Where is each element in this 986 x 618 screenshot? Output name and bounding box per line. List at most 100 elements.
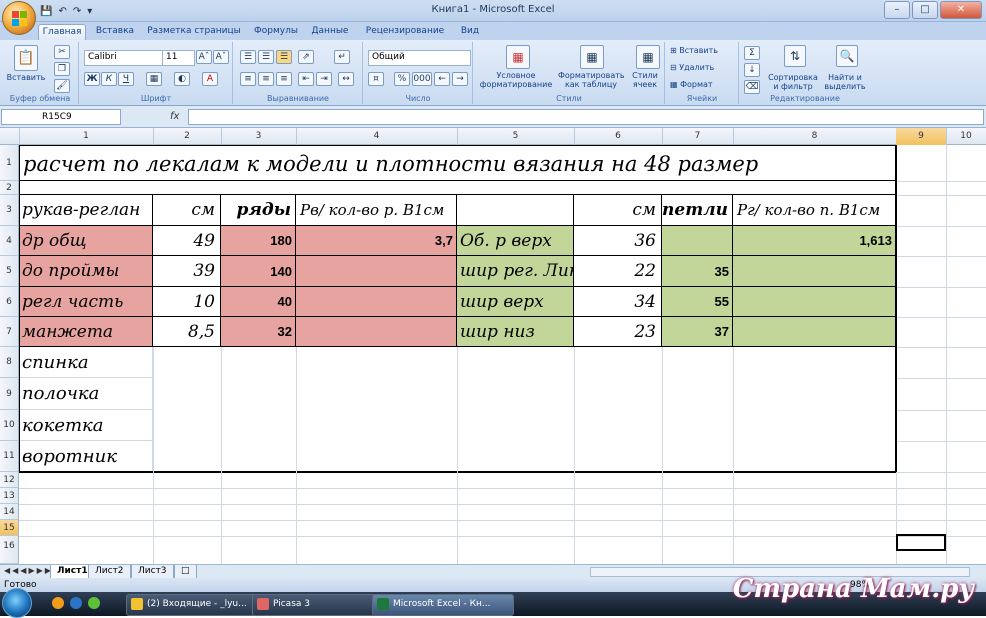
tab-home[interactable]: Главная: [38, 24, 86, 41]
part-label[interactable]: воротник: [19, 441, 153, 472]
label-cell[interactable]: др общ: [19, 226, 153, 256]
taskbar-mail[interactable]: (2) Входящие - _lyu...: [126, 594, 270, 616]
sheet-tab-2[interactable]: Лист2: [88, 565, 131, 579]
align-center-icon[interactable]: ≡: [258, 72, 274, 86]
autosum-icon[interactable]: Σ: [744, 46, 760, 60]
density-cell[interactable]: 3,7: [296, 226, 457, 256]
row-header[interactable]: 5: [0, 256, 19, 287]
label-cell[interactable]: Об. р верх: [457, 226, 574, 256]
cut-icon[interactable]: ✂: [54, 45, 70, 59]
taskbar-picasa[interactable]: Picasa 3: [252, 594, 390, 616]
formula-input[interactable]: [188, 109, 984, 125]
row-header[interactable]: 13: [0, 488, 19, 504]
density-cell[interactable]: 1,613: [733, 226, 896, 256]
column-header[interactable]: 10: [946, 128, 986, 145]
row-header[interactable]: 11: [0, 441, 19, 472]
column-header[interactable]: 3: [221, 128, 297, 145]
label-cell[interactable]: манжета: [19, 317, 153, 347]
tab-review[interactable]: Рецензирование: [360, 24, 450, 40]
part-label[interactable]: кокетка: [19, 410, 153, 441]
row-header[interactable]: 8: [0, 347, 19, 378]
value-cell[interactable]: 22: [574, 256, 662, 287]
value-cell[interactable]: 8,5: [153, 317, 221, 347]
row-header[interactable]: 7: [0, 317, 19, 347]
row-header[interactable]: 9: [0, 378, 19, 410]
increase-indent-icon[interactable]: ⇥: [316, 72, 332, 86]
density-cell[interactable]: [733, 256, 896, 287]
font-color-icon[interactable]: A: [202, 72, 218, 86]
rows-cell[interactable]: 180: [221, 226, 296, 256]
cell-styles-button[interactable]: Стили ячеек: [626, 71, 664, 89]
row-header[interactable]: 3: [0, 195, 19, 226]
value-cell[interactable]: 23: [574, 317, 662, 347]
cell-styles-icon[interactable]: ▦: [636, 45, 660, 69]
office-button[interactable]: [2, 1, 36, 35]
sort-filter-icon[interactable]: ⇅: [784, 45, 806, 67]
fill-icon[interactable]: ↓: [744, 63, 760, 77]
row-header[interactable]: 10: [0, 410, 19, 441]
value-cell[interactable]: 34: [574, 287, 662, 317]
sheet-nav-arrows-icon[interactable]: ◀◀◀▶▶▶: [4, 566, 53, 575]
name-box[interactable]: R15C9: [1, 109, 121, 125]
label-cell[interactable]: шир низ: [457, 317, 574, 347]
sheet-title[interactable]: расчет по лекалам к модели и плотности в…: [19, 145, 896, 181]
find-select-button[interactable]: Найти и выделить: [822, 73, 868, 91]
decrease-indent-icon[interactable]: ⇤: [298, 72, 314, 86]
maximize-button[interactable]: □: [912, 1, 938, 19]
density-cell[interactable]: [296, 256, 457, 287]
part-label[interactable]: полочка: [19, 378, 153, 410]
borders-icon[interactable]: ▦: [146, 72, 162, 86]
insert-function-icon[interactable]: fx: [170, 109, 186, 125]
rows-cell[interactable]: 32: [221, 317, 296, 347]
value-cell[interactable]: 36: [574, 226, 662, 256]
align-top-icon[interactable]: ☰: [240, 50, 256, 64]
italic-button[interactable]: К: [101, 72, 117, 86]
header-cm-2[interactable]: см: [574, 195, 662, 226]
part-label[interactable]: спинка: [19, 347, 153, 378]
sheet-tab-3[interactable]: Лист3: [131, 565, 174, 579]
minimize-button[interactable]: –: [884, 1, 910, 19]
close-button[interactable]: ✕: [940, 1, 982, 19]
row-header[interactable]: 2: [0, 181, 19, 195]
cell-empty[interactable]: [457, 195, 574, 226]
app-icon[interactable]: [88, 597, 100, 609]
align-middle-icon[interactable]: ☰: [258, 50, 274, 64]
format-painter-icon[interactable]: 🖌: [54, 79, 70, 93]
orientation-icon[interactable]: ⇗: [298, 50, 314, 64]
row-header[interactable]: 12: [0, 472, 19, 488]
column-header[interactable]: 7: [662, 128, 734, 145]
density-cell[interactable]: [296, 287, 457, 317]
header-cm[interactable]: см: [153, 195, 221, 226]
decrease-decimal-icon[interactable]: →: [452, 72, 468, 86]
column-header[interactable]: 4: [296, 128, 458, 145]
column-header[interactable]: 8: [733, 128, 897, 145]
row-header[interactable]: 4: [0, 226, 19, 256]
label-cell[interactable]: регл часть: [19, 287, 153, 317]
loops-cell[interactable]: 55: [662, 287, 733, 317]
label-cell[interactable]: шир верх: [457, 287, 574, 317]
column-header[interactable]: 5: [457, 128, 575, 145]
label-cell[interactable]: шир рег. Лин: [457, 256, 574, 287]
ie-icon[interactable]: [70, 597, 82, 609]
format-cells-button[interactable]: ▦ Формат: [670, 80, 736, 89]
tab-data[interactable]: Данные: [308, 24, 352, 40]
clear-icon[interactable]: ⌫: [744, 80, 760, 94]
header-sleeve[interactable]: рукав-реглан: [19, 195, 153, 226]
loops-cell[interactable]: [662, 226, 733, 256]
tab-page-layout[interactable]: Разметка страницы: [146, 24, 242, 40]
shrink-font-icon[interactable]: Aˇ: [213, 50, 229, 64]
insert-cells-button[interactable]: ⊞ Вставить: [670, 46, 736, 55]
column-header[interactable]: 6: [574, 128, 663, 145]
grow-font-icon[interactable]: Aˆ: [196, 50, 212, 64]
firefox-icon[interactable]: [52, 597, 64, 609]
value-cell[interactable]: 49: [153, 226, 221, 256]
wrap-text-icon[interactable]: ↵: [334, 50, 350, 64]
density-cell[interactable]: [733, 317, 896, 347]
column-header[interactable]: 1: [19, 128, 154, 145]
format-as-table-button[interactable]: Форматировать как таблицу: [558, 71, 625, 89]
font-size-select[interactable]: 11: [162, 50, 195, 66]
merge-cells-icon[interactable]: ↔: [338, 72, 354, 86]
align-right-icon[interactable]: ≡: [276, 72, 292, 86]
row-header[interactable]: 16: [0, 536, 19, 564]
loops-cell[interactable]: 37: [662, 317, 733, 347]
